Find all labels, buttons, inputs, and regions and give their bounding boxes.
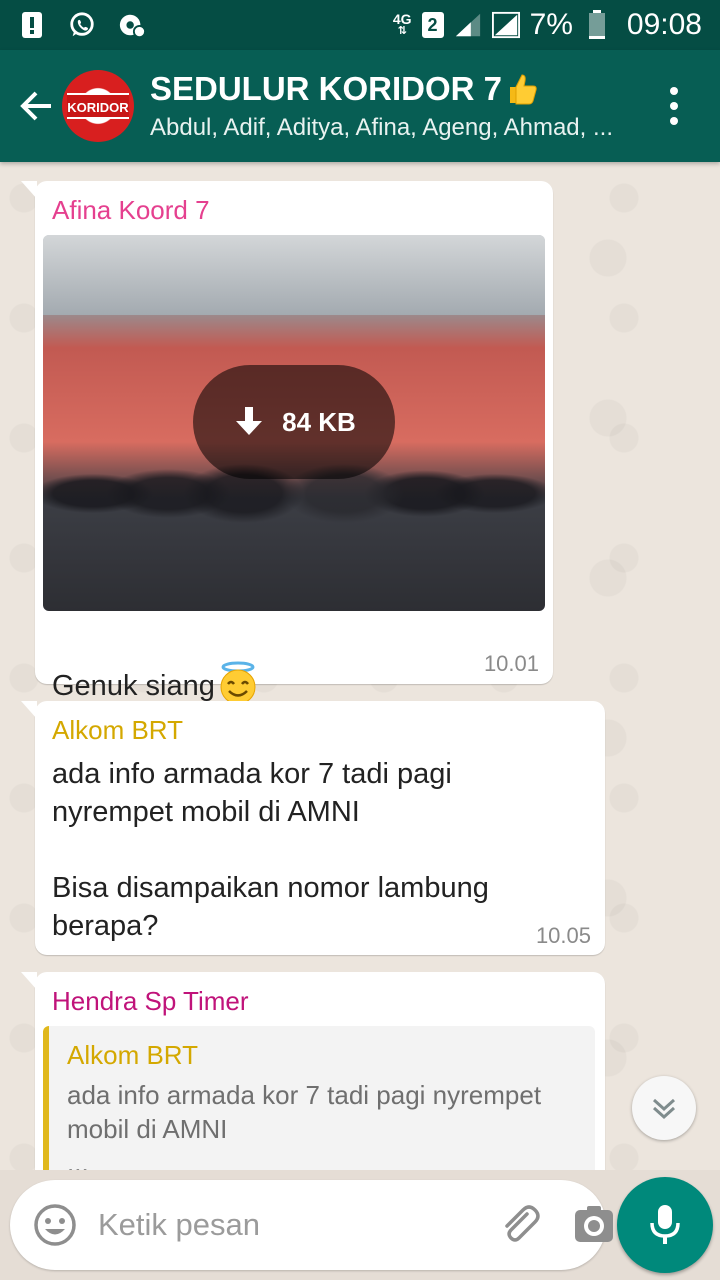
signal-icon — [454, 11, 482, 39]
clock: 09:08 — [626, 8, 702, 41]
image-thumbnail[interactable]: 84 KB — [43, 235, 545, 611]
camera-button[interactable] — [573, 1204, 615, 1246]
alert-icon — [18, 11, 46, 39]
avatar-text: KORIDOR — [67, 93, 129, 119]
download-arrow-icon — [236, 407, 263, 435]
message-time: 10.05 — [535, 923, 591, 948]
voice-record-button[interactable] — [617, 1177, 713, 1273]
chat-area[interactable]: Afina Koord 7 84 KB Genuk siang 10.01 Al… — [0, 162, 720, 1170]
message-composer — [10, 1180, 613, 1270]
message-sender[interactable]: Hendra Sp Timer — [52, 986, 249, 1017]
download-button[interactable]: 84 KB — [193, 365, 395, 479]
download-size: 84 KB — [282, 406, 356, 437]
emoji-button[interactable] — [32, 1202, 78, 1248]
more-options-button[interactable] — [654, 78, 694, 134]
whatsapp-icon — [68, 11, 96, 39]
arrow-left-icon — [20, 91, 51, 121]
double-chevron-down-icon — [652, 1098, 676, 1120]
scroll-to-bottom-button[interactable] — [632, 1076, 696, 1140]
camera-icon — [575, 1206, 613, 1242]
message-sender[interactable]: Afina Koord 7 — [52, 195, 210, 226]
chat-title: SEDULUR KORIDOR 7 — [150, 70, 654, 108]
quoted-sender: Alkom BRT — [67, 1040, 198, 1070]
quoted-message[interactable]: Alkom BRT ada info armada kor 7 tadi pag… — [43, 1026, 595, 1170]
attach-button[interactable] — [497, 1201, 543, 1249]
group-avatar[interactable]: KORIDOR — [62, 70, 134, 142]
chat-header: KORIDOR SEDULUR KORIDOR 7 Abdul, Adif, A… — [0, 50, 720, 162]
message-text: ada info armada kor 7 tadi pagi nyrempet… — [52, 758, 489, 942]
network-type-label: 4G ⇅ — [392, 11, 412, 37]
paperclip-icon — [505, 1205, 540, 1242]
quoted-text: ada info armada kor 7 tadi pagi nyrempet… — [67, 1080, 542, 1170]
message-sender[interactable]: Alkom BRT — [52, 715, 183, 746]
settings-notification-icon — [118, 11, 146, 39]
smiling-face-with-halo-icon — [220, 661, 256, 705]
signal-icon-2 — [491, 11, 520, 39]
message-time: 10.01 — [483, 651, 539, 676]
message-bubble[interactable]: Afina Koord 7 84 KB Genuk siang 10.01 — [21, 181, 553, 705]
chat-members: Abdul, Adif, Aditya, Afina, Ageng, Ahmad… — [150, 114, 613, 141]
chat-title-area[interactable]: SEDULUR KORIDOR 7 Abdul, Adif, Aditya, A… — [150, 70, 654, 142]
smiley-icon — [34, 1204, 76, 1246]
battery-percent: 7% — [529, 8, 573, 41]
sim-icon: 2 — [421, 12, 444, 38]
back-button[interactable] — [8, 78, 64, 134]
message-bubble[interactable]: Alkom BRT ada info armada kor 7 tadi pag… — [21, 701, 605, 955]
message-input[interactable] — [98, 1207, 497, 1243]
battery-icon — [583, 10, 611, 39]
message-bubble[interactable]: Hendra Sp Timer Alkom BRT ada info armad… — [21, 972, 605, 1170]
message-caption: Genuk siang — [52, 629, 261, 706]
thumbs-up-icon — [510, 74, 537, 105]
status-bar: 4G ⇅ 2 7% 09:08 — [0, 0, 720, 50]
microphone-icon — [650, 1205, 680, 1244]
